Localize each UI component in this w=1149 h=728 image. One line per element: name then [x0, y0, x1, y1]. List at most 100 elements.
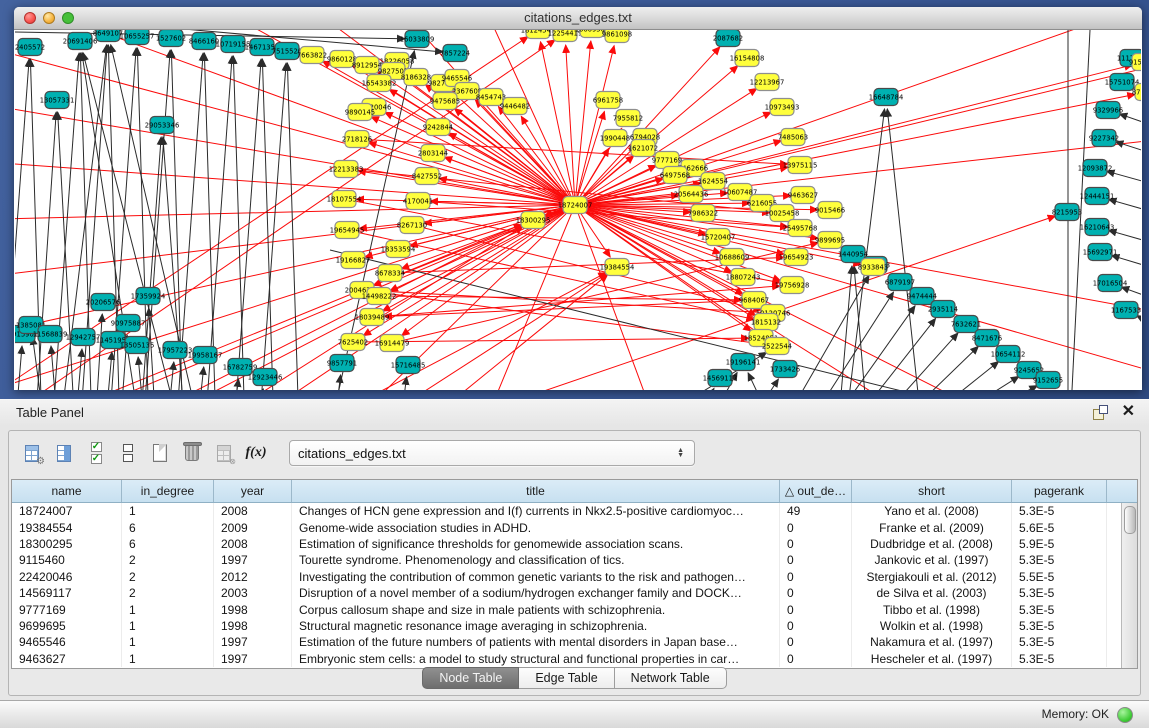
window-titlebar[interactable]: citations_edges.txt: [14, 7, 1142, 30]
vertical-scrollbar[interactable]: [1121, 503, 1137, 668]
graph-node[interactable]: 12213967: [750, 74, 785, 91]
graph-node[interactable]: 16543382: [362, 75, 397, 92]
graph-node[interactable]: 9329966: [1093, 102, 1123, 119]
graph-node[interactable]: 7857224: [440, 45, 470, 62]
graph-node[interactable]: 7986322: [688, 205, 718, 222]
show-columns-button[interactable]: [51, 440, 77, 466]
graph-node[interactable]: 10654112: [991, 346, 1026, 363]
table-row[interactable]: 1872400712008Changes of HCN gene express…: [12, 503, 1121, 519]
graph-node[interactable]: 15716485: [391, 357, 426, 374]
tab-edge-table[interactable]: Edge Table: [519, 667, 614, 689]
graph-node[interactable]: 8186328: [401, 69, 431, 86]
column-header-in_degree[interactable]: in_degree: [122, 480, 214, 502]
graph-node[interactable]: 12923446: [248, 369, 283, 386]
delete-columns-button[interactable]: [179, 440, 205, 466]
row-height-button[interactable]: [115, 440, 141, 466]
graph-node[interactable]: 8649107: [93, 30, 123, 42]
graph-node[interactable]: 20564436: [674, 186, 709, 203]
graph-node[interactable]: 8466160: [189, 33, 219, 50]
graph-node[interactable]: 7625402: [338, 334, 368, 351]
graph-node[interactable]: 2803144: [418, 145, 448, 162]
graph-node[interactable]: 14498222: [362, 288, 397, 305]
table-source-selector[interactable]: citations_edges.txt ▲▼: [289, 440, 695, 466]
tab-node-table[interactable]: Node Table: [422, 667, 519, 689]
graph-node[interactable]: 19166827: [336, 252, 371, 269]
graph-node[interactable]: 18807243: [726, 269, 761, 286]
graph-node[interactable]: 18300295: [516, 212, 551, 229]
graph-node[interactable]: 18353594: [381, 241, 416, 258]
graph-node[interactable]: 10688609: [715, 249, 750, 266]
graph-node[interactable]: 16648784: [869, 89, 904, 106]
graph-node[interactable]: 9857791: [327, 355, 357, 372]
graph-node[interactable]: 8678334: [375, 265, 405, 282]
graph-node[interactable]: 11568839: [33, 326, 68, 343]
graph-node[interactable]: 1527602: [156, 30, 186, 47]
graph-node[interactable]: 9463627: [788, 187, 818, 204]
graph-node[interactable]: 9861098: [602, 30, 632, 43]
graph-node[interactable]: 1167533: [1111, 302, 1141, 319]
graph-node[interactable]: 12213383: [329, 161, 364, 178]
table-row[interactable]: 946554611997Estimation of the future num…: [12, 634, 1121, 650]
graph-node[interactable]: 15692971: [1083, 244, 1118, 261]
graph-node[interactable]: 9475685: [430, 93, 460, 110]
graph-node[interactable]: 17359924: [131, 288, 166, 305]
scrollbar-thumb[interactable]: [1124, 506, 1136, 534]
graph-node[interactable]: 4170041: [403, 193, 433, 210]
graph-node[interactable]: 9015466: [815, 202, 845, 219]
graph-node[interactable]: 16154808: [730, 50, 765, 67]
column-header-pagerank[interactable]: pagerank: [1012, 480, 1107, 502]
graph-node[interactable]: 18107554: [327, 191, 362, 208]
graph-node[interactable]: 19654923: [779, 249, 814, 266]
graph-node[interactable]: 18724007: [558, 197, 593, 214]
close-panel-icon[interactable]: ✕: [1122, 402, 1135, 422]
graph-node[interactable]: 19654945: [330, 222, 365, 239]
tab-network-table[interactable]: Network Table: [615, 667, 727, 689]
network-graph[interactable]: 2405572206914068649107106552571527602846…: [15, 30, 1141, 390]
graph-node[interactable]: 7955812: [613, 110, 643, 127]
column-header-year[interactable]: year: [214, 480, 292, 502]
graph-node[interactable]: 29053346: [145, 117, 180, 134]
table-row[interactable]: 911546021997Tourette syndrome. Phenomeno…: [12, 552, 1121, 568]
graph-node[interactable]: 19196141: [726, 354, 761, 371]
table-row[interactable]: 946362711997Embryonic stem cells: a mode…: [12, 651, 1121, 667]
graph-node[interactable]: 7485063: [778, 129, 808, 146]
graph-node[interactable]: 12093872: [1078, 160, 1113, 177]
network-canvas[interactable]: 2405572206914068649107106552571527602846…: [15, 30, 1141, 390]
table-row[interactable]: 969969511998Structural magnetic resonanc…: [12, 618, 1121, 634]
graph-node[interactable]: 6497568: [660, 167, 690, 184]
graph-node[interactable]: 16914479: [375, 335, 410, 352]
graph-node[interactable]: 8427552: [412, 168, 442, 185]
graph-node[interactable]: 13057331: [40, 92, 75, 109]
graph-node[interactable]: 18039489: [355, 309, 390, 326]
graph-node[interactable]: 1621072: [628, 140, 658, 157]
table-row[interactable]: 1456911722003Disruption of a novel membe…: [12, 585, 1121, 601]
graph-node[interactable]: 1733426: [770, 361, 800, 378]
graph-node[interactable]: 15720407: [701, 229, 736, 246]
table-row[interactable]: 977716911998Corpus callosum shape and si…: [12, 601, 1121, 617]
table-row[interactable]: 1938455462009Genome-wide association stu…: [12, 519, 1121, 535]
column-header-name[interactable]: name: [12, 480, 122, 502]
graph-node[interactable]: 9899695: [815, 232, 845, 249]
column-header-title[interactable]: title: [292, 480, 780, 502]
graph-node[interactable]: 13975115: [783, 157, 818, 174]
graph-node[interactable]: 7663822: [297, 47, 327, 64]
graph-node[interactable]: 1815132: [751, 314, 781, 331]
graph-node[interactable]: 8471676: [972, 330, 1002, 347]
graph-node[interactable]: 2405572: [15, 39, 45, 56]
function-builder-button[interactable]: f(x): [243, 440, 269, 466]
graph-node[interactable]: 12444151: [1080, 188, 1115, 205]
graph-node[interactable]: 8933843: [858, 259, 888, 276]
graph-node[interactable]: 9890145: [345, 104, 375, 121]
graph-node[interactable]: 17016504: [1093, 275, 1128, 292]
graph-node[interactable]: 2935114: [928, 301, 958, 318]
network-view-window[interactable]: citations_edges.txt 24055722069140686491…: [14, 7, 1142, 390]
graph-node[interactable]: 9446482: [500, 98, 530, 115]
import-table-button[interactable]: ⊗: [211, 440, 237, 466]
graph-node[interactable]: 16210643: [1080, 219, 1115, 236]
table-row[interactable]: 2242004622012Investigating the contribut…: [12, 569, 1121, 585]
graph-node[interactable]: 90975887: [111, 315, 146, 332]
column-header-out_degree[interactable]: △ out_de…: [780, 480, 852, 502]
table-row[interactable]: 1830029562008Estimation of significance …: [12, 536, 1121, 552]
column-header-short[interactable]: short: [852, 480, 1012, 502]
graph-node[interactable]: 19958167: [188, 347, 223, 364]
